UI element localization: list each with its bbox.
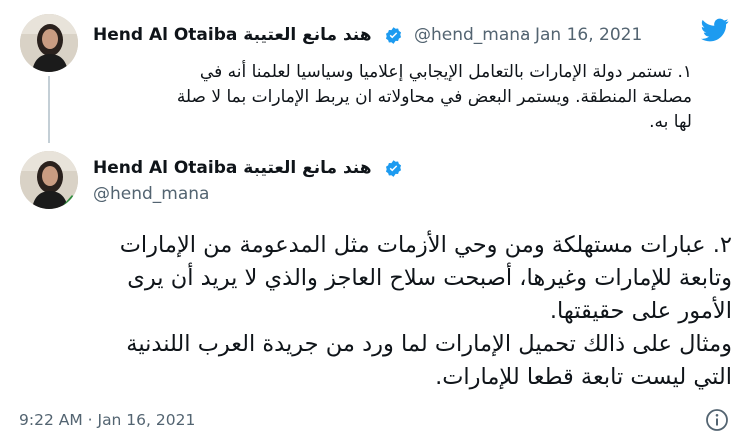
tweet-text-line: لها به. bbox=[649, 112, 692, 132]
tweet-text-line: وتابعة للإمارات وغيرها، أصبحت سلاح العاج… bbox=[127, 265, 732, 291]
info-icon[interactable] bbox=[705, 408, 729, 432]
tweet-text: ٢. عبارات مستهلكة ومن وحي الأزمات مثل ال… bbox=[16, 229, 732, 394]
author-handle[interactable]: @hend_mana bbox=[93, 184, 209, 204]
tweet-text-line: مصلحة المنطقة. ويستمر البعض في محاولاته … bbox=[176, 87, 692, 107]
avatar[interactable] bbox=[20, 14, 78, 72]
author-handle[interactable]: @hend_mana bbox=[414, 25, 530, 45]
tweet-text-line: ١. تستمر دولة الإمارات بالتعامل الإيجابي… bbox=[199, 62, 692, 82]
twitter-logo-icon[interactable] bbox=[698, 16, 732, 44]
tweet-text-line: ٢. عبارات مستهلكة ومن وحي الأزمات مثل ال… bbox=[119, 232, 732, 258]
verified-badge-icon bbox=[384, 26, 403, 45]
tweet-text-line: التي ليست تابعة قطعا للإمارات. bbox=[435, 364, 732, 390]
separator-dot: · bbox=[521, 25, 527, 45]
avatar[interactable] bbox=[20, 151, 78, 209]
author-name[interactable]: Hend Al Otaiba هند مانع العتيبة bbox=[93, 158, 372, 178]
tweet-text-line: الأمور على حقيقتها. bbox=[549, 298, 732, 324]
tweet-date[interactable]: Jan 16, 2021 bbox=[535, 25, 642, 45]
thread-connector-line bbox=[48, 76, 50, 143]
tweet-text-line: ومثال على ذالك تحميل الإمارات لما ورد من… bbox=[126, 331, 732, 357]
verified-badge-icon bbox=[384, 159, 403, 178]
author-name[interactable]: Hend Al Otaiba هند مانع العتيبة bbox=[93, 25, 372, 45]
tweet-timestamp[interactable]: 9:22 AM · Jan 16, 2021 bbox=[19, 411, 195, 429]
tweet-text: ١. تستمر دولة الإمارات بالتعامل الإيجابي… bbox=[92, 60, 692, 135]
